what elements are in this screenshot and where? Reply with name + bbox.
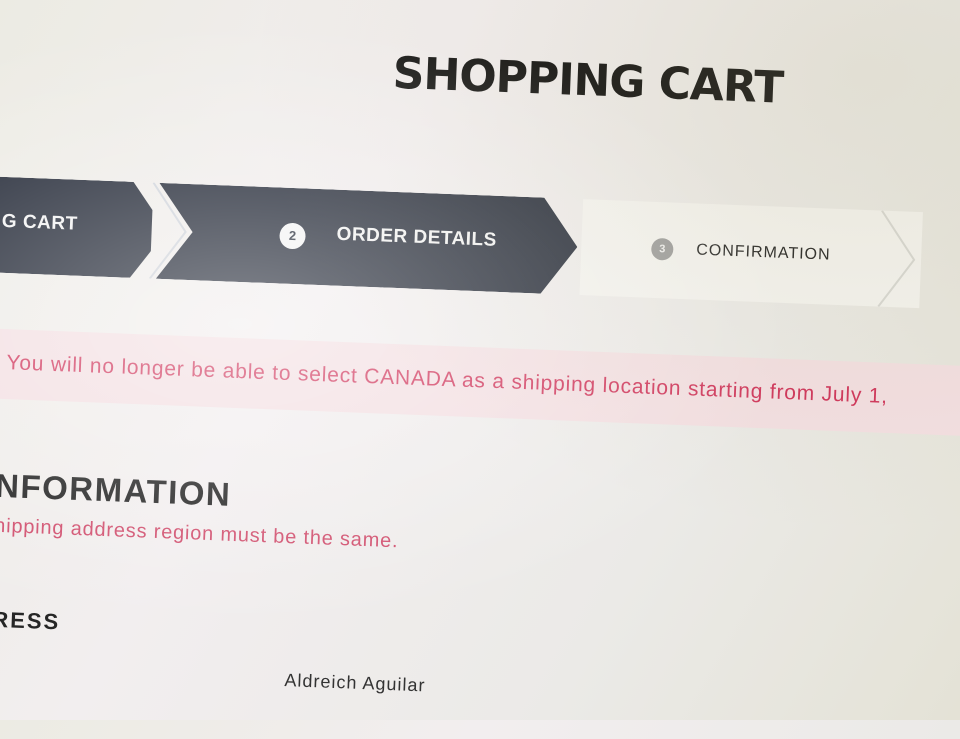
address-label: DDRESS [0, 605, 61, 635]
step-label-cart[interactable]: G CART [1, 211, 78, 236]
alert-message: You will no longer be able to select CAN… [6, 351, 889, 408]
monitor-screen: SHOPPING CART G CART 2 ORDER DETAILS 3 C… [0, 0, 960, 737]
name-field-value[interactable]: Aldreich Aguilar [284, 670, 426, 696]
shipping-alert-banner: You will no longer be able to select CAN… [0, 327, 960, 437]
section-note: d shipping address region must be the sa… [0, 513, 399, 553]
page-title: SHOPPING CART [391, 47, 784, 114]
checkout-stepper: G CART 2 ORDER DETAILS 3 CONFIRMATION [0, 175, 960, 311]
step-divider-chevron-1 [149, 182, 187, 280]
step-divider-chevron-3 [877, 210, 916, 308]
section-title: G INFORMATION [0, 465, 232, 513]
